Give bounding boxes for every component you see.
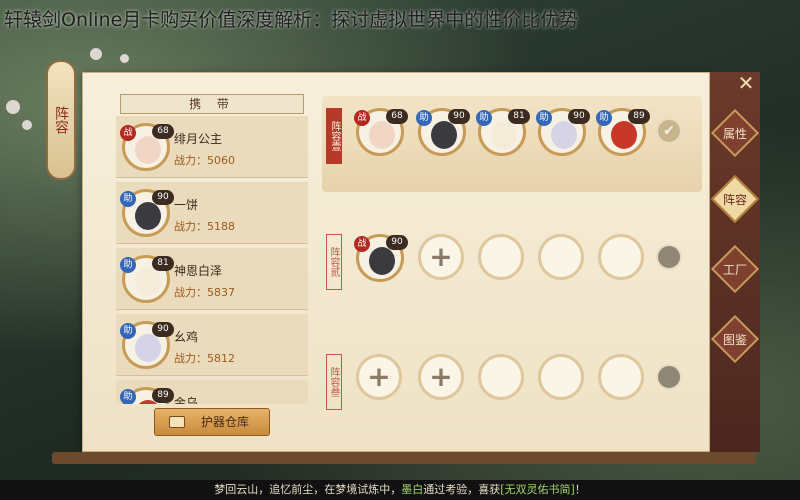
plus-icon: +	[429, 360, 453, 393]
lineup-label-1: 阵容壹	[326, 108, 342, 164]
chest-icon	[169, 416, 185, 428]
hero-power: 战力：5188	[174, 218, 235, 234]
role-badge: 助	[120, 257, 136, 273]
role-badge: 助	[416, 110, 432, 126]
hero-power-value: 5837	[207, 286, 235, 299]
message-player-name: 墨白	[401, 483, 424, 496]
carry-header: 携 带	[120, 94, 304, 114]
blossom-decoration	[120, 54, 129, 63]
lineup-lantern-label: 阵容	[46, 60, 76, 180]
hero-power-value: 5060	[207, 154, 235, 167]
level-badge: 89	[628, 109, 650, 124]
empty-hero-slot	[598, 234, 644, 280]
hero-card[interactable]: 助 81 神恩白泽战力：5837	[116, 248, 308, 310]
level-badge: 90	[386, 235, 408, 250]
empty-hero-slot	[538, 234, 584, 280]
role-badge: 战	[120, 125, 136, 141]
blossom-decoration	[6, 100, 20, 114]
level-badge: 68	[386, 109, 408, 124]
hero-name: 神恩白泽	[174, 264, 223, 278]
hero-power-value: 5188	[207, 220, 235, 233]
empty-hero-slot	[598, 354, 644, 400]
level-badge: 81	[152, 256, 174, 271]
hero-power-label: 战力：	[174, 352, 207, 365]
hero-power: 战力：5060	[174, 152, 235, 168]
system-message-bar: 梦回云山，追忆前尘，在梦境试炼中，墨白通过考验，喜获[无双灵佑书简]！	[0, 480, 800, 500]
carried-hero-list[interactable]: 战 68 绯月公主 战力：5060 助 90 一饼 战力：5188 助 81 神恩白泽 战力：5837…	[116, 116, 308, 404]
page-title: 轩辕剑Online月卡购买价值深度解析：探讨虚拟世界中的性价比优势	[4, 9, 579, 31]
level-badge: 90	[568, 109, 590, 124]
hero-portrait	[135, 334, 161, 362]
hero-card[interactable]: 助 90 幺鸡战力：5812	[116, 314, 308, 376]
role-badge: 助	[120, 191, 136, 207]
hero-portrait	[611, 121, 637, 149]
hero-portrait	[491, 121, 517, 149]
level-badge: 90	[152, 190, 174, 205]
lineup-select-button[interactable]	[656, 364, 682, 390]
blossom-decoration	[90, 48, 102, 60]
hero-name: 绯月公主	[174, 132, 223, 146]
hero-card[interactable]: 助 89 金乌	[116, 380, 308, 404]
blossom-decoration	[22, 120, 32, 130]
hero-power-value: 5812	[207, 352, 235, 365]
role-badge: 战	[354, 236, 370, 252]
message-item-name[interactable]: [无双灵佑书简]	[500, 483, 575, 496]
hero-portrait	[135, 136, 161, 164]
side-tab-label: 工厂	[722, 262, 747, 277]
empty-hero-slot	[478, 234, 524, 280]
level-badge: 90	[152, 322, 174, 337]
close-button[interactable]: ✕	[735, 72, 757, 94]
role-badge: 战	[354, 110, 370, 126]
hero-card[interactable]: 战 68 绯月公主战力：5060	[116, 116, 308, 178]
add-hero-slot[interactable]: +	[418, 354, 464, 400]
equipment-storage-button[interactable]: 护器仓库	[154, 408, 270, 436]
lineup-select-button[interactable]	[656, 244, 682, 270]
hero-card[interactable]: 助 90 一饼战力：5188	[116, 182, 308, 244]
hero-power: 战力：5837	[174, 284, 235, 300]
role-badge: 助	[536, 110, 552, 126]
side-tab-label: 阵容	[722, 192, 747, 207]
hero-portrait	[369, 121, 395, 149]
plus-icon: +	[367, 360, 391, 393]
hero-power-label: 战力：	[174, 286, 207, 299]
level-badge: 68	[152, 124, 174, 139]
lineup-selected-check-icon[interactable]: ✔	[656, 118, 682, 144]
hero-power: 战力：5812	[174, 350, 235, 366]
side-tab-0[interactable]: 属性	[710, 108, 760, 158]
message-text-pre: 梦回云山，追忆前尘，在梦境试炼中，	[214, 483, 402, 496]
role-badge: 助	[596, 110, 612, 126]
role-badge: 助	[476, 110, 492, 126]
hero-name: 幺鸡	[174, 330, 199, 344]
add-hero-slot[interactable]: +	[356, 354, 402, 400]
side-tab-3[interactable]: 图鉴	[710, 314, 760, 364]
lineup-label-3: 阵容叁	[326, 354, 342, 410]
hero-power-label: 战力：	[174, 220, 207, 233]
message-text-mid: 通过考验，喜获	[423, 483, 501, 496]
side-tab-2[interactable]: 工厂	[710, 244, 760, 294]
hero-portrait	[551, 121, 577, 149]
hero-portrait	[135, 202, 161, 230]
empty-hero-slot	[538, 354, 584, 400]
side-tab-1[interactable]: 阵容	[710, 174, 760, 224]
side-tab-label: 属性	[722, 126, 747, 141]
plus-icon: +	[429, 240, 453, 273]
level-badge: 81	[508, 109, 530, 124]
empty-hero-slot	[478, 354, 524, 400]
hero-name: 金乌	[174, 396, 199, 404]
add-hero-slot[interactable]: +	[418, 234, 464, 280]
hero-portrait	[135, 268, 161, 296]
hero-portrait	[431, 121, 457, 149]
lineup-label-2: 阵容贰	[326, 234, 342, 290]
hero-power-label: 战力：	[174, 154, 207, 167]
equipment-storage-label: 护器仓库	[200, 415, 249, 429]
level-badge: 90	[448, 109, 470, 124]
message-text-post: ！	[574, 483, 586, 496]
hero-portrait	[369, 247, 395, 275]
panel-frame	[52, 452, 756, 464]
level-badge: 89	[152, 388, 174, 403]
role-badge: 助	[120, 389, 136, 404]
side-tab-label: 图鉴	[722, 332, 747, 347]
hero-name: 一饼	[174, 198, 199, 212]
role-badge: 助	[120, 323, 136, 339]
